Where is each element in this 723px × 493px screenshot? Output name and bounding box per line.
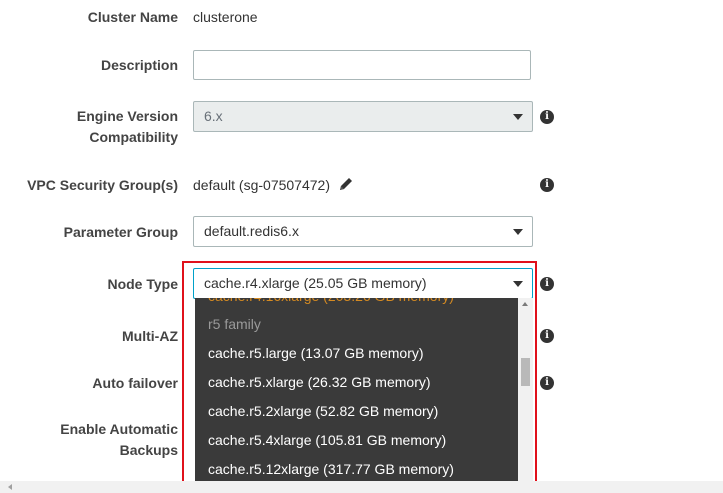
engine-version-select[interactable]: 6.x [193, 101, 533, 132]
engine-version-label-line1: Engine Version [76, 108, 178, 124]
chevron-down-icon [513, 114, 523, 120]
scroll-left-arrow-icon[interactable] [8, 484, 12, 490]
automatic-backups-label: Enable Automatic Backups [60, 419, 178, 461]
dropdown-option[interactable]: cache.r5.4xlarge (105.81 GB memory) [208, 426, 446, 455]
parameter-group-value: default.redis6.x [204, 223, 299, 239]
node-type-label: Node Type [107, 276, 178, 292]
node-type-select[interactable]: cache.r4.xlarge (25.05 GB memory) [193, 268, 533, 299]
info-icon[interactable]: i [540, 277, 554, 291]
auto-failover-label: Auto failover [92, 375, 178, 391]
description-input[interactable] [193, 50, 531, 80]
engine-version-label-line2: Compatibility [89, 129, 178, 145]
cluster-name-label: Cluster Name [87, 9, 178, 25]
info-icon[interactable]: i [540, 178, 554, 192]
chevron-down-icon [513, 229, 523, 235]
info-icon[interactable]: i [540, 376, 554, 390]
dropdown-option[interactable]: cache.r5.large (13.07 GB memory) [208, 339, 424, 368]
node-type-dropdown-list[interactable]: cache.r4.16xlarge (203.26 GB memory) r5 … [195, 298, 533, 481]
pencil-icon[interactable] [338, 176, 354, 192]
scrollbar-thumb[interactable] [521, 358, 530, 386]
parameter-group-label: Parameter Group [63, 224, 178, 240]
scroll-up-arrow-icon[interactable] [522, 302, 528, 306]
horizontal-scrollbar[interactable] [0, 481, 723, 493]
dropdown-group-r5-family: r5 family [208, 316, 261, 332]
parameter-group-select[interactable]: default.redis6.x [193, 216, 533, 247]
dropdown-scrollbar[interactable] [518, 298, 533, 481]
dropdown-option[interactable]: cache.r5.12xlarge (317.77 GB memory) [208, 455, 454, 481]
automatic-backups-label-line1: Enable Automatic [60, 421, 178, 437]
engine-version-value: 6.x [204, 108, 223, 124]
dropdown-option[interactable]: cache.r5.2xlarge (52.82 GB memory) [208, 397, 438, 426]
info-icon[interactable]: i [540, 329, 554, 343]
dropdown-option[interactable]: cache.r5.xlarge (26.32 GB memory) [208, 368, 431, 397]
description-label: Description [100, 57, 178, 73]
vpc-security-group-label: VPC Security Group(s) [27, 177, 178, 193]
cluster-name-value: clusterone [193, 9, 258, 25]
multi-az-label: Multi-AZ [122, 328, 178, 344]
vpc-security-group-value: default (sg-07507472) [193, 177, 330, 193]
info-icon[interactable]: i [540, 110, 554, 124]
node-type-value: cache.r4.xlarge (25.05 GB memory) [204, 275, 427, 291]
chevron-down-icon [513, 281, 523, 287]
automatic-backups-label-line2: Backups [119, 442, 178, 458]
engine-version-label: Engine Version Compatibility [77, 106, 178, 148]
